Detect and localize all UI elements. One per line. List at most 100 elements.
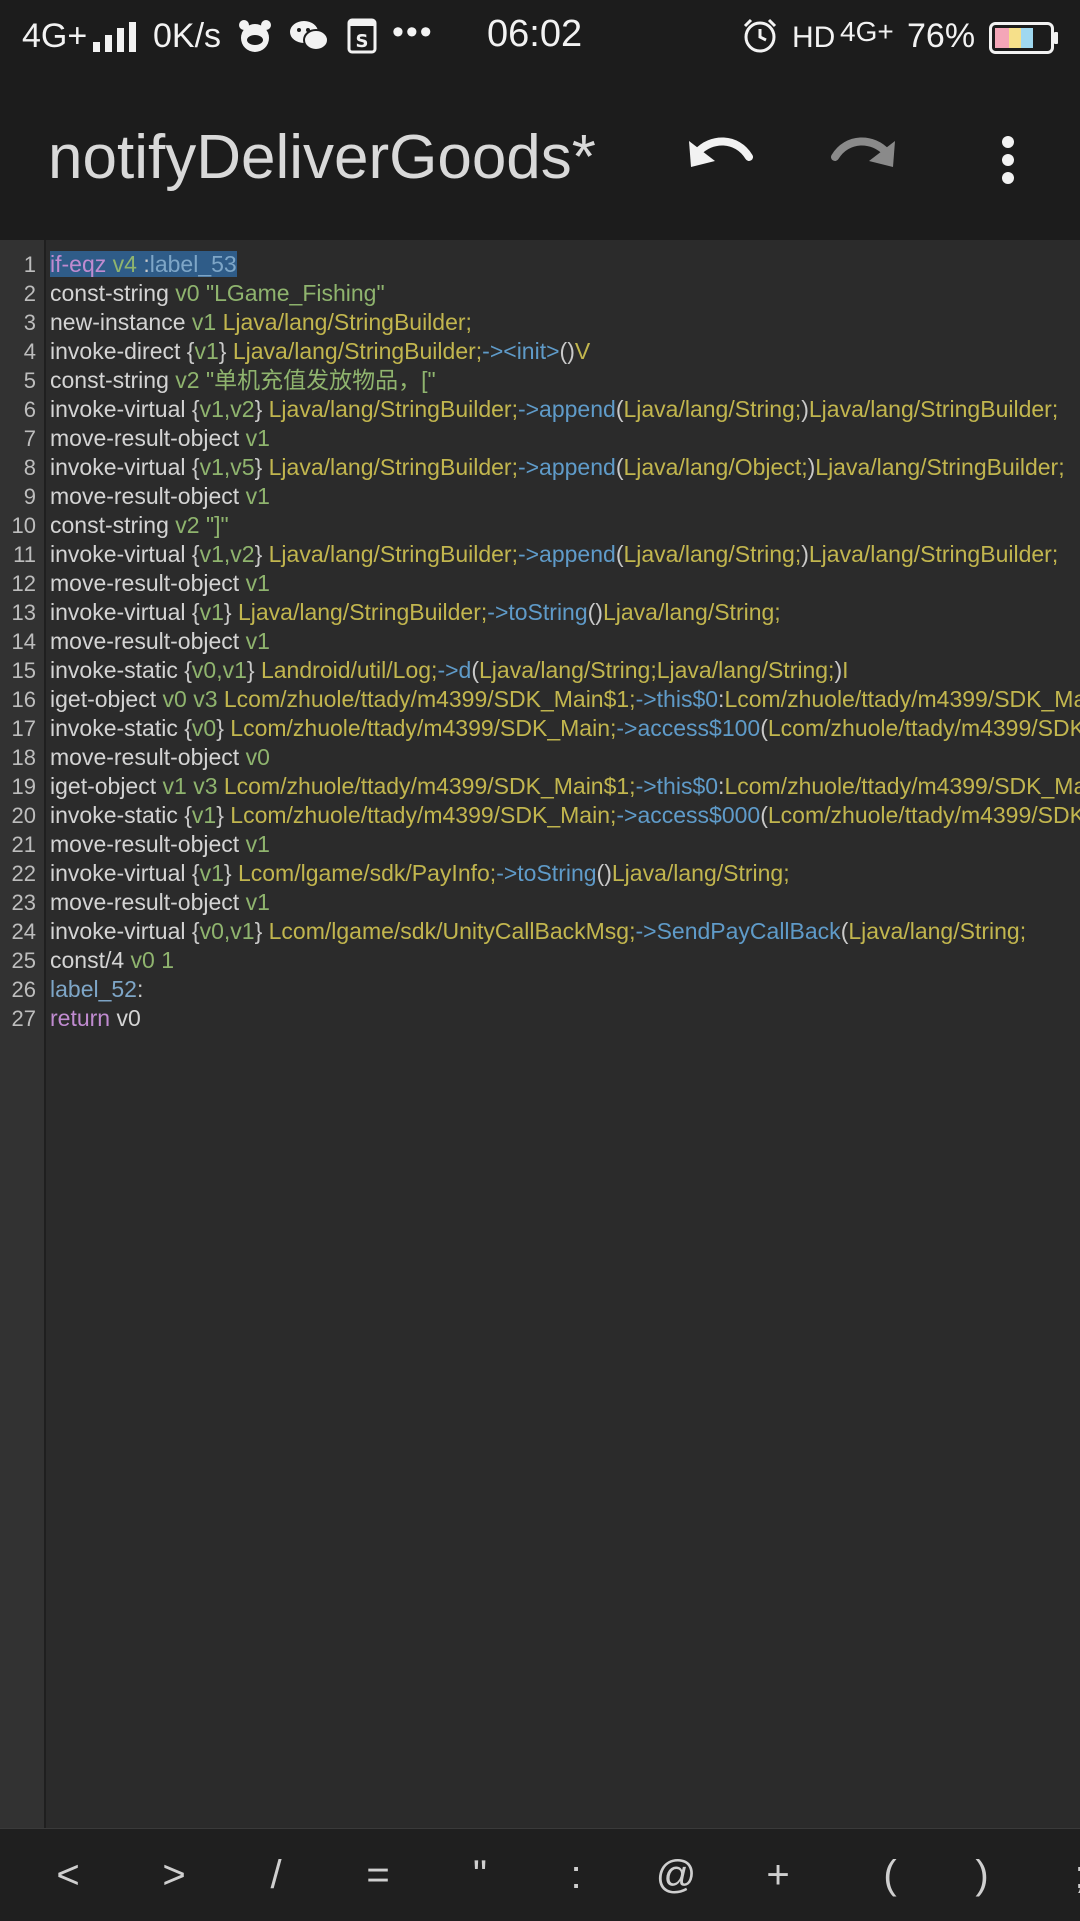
code-token: Ljava/lang/String;: [848, 918, 1027, 944]
code-token: }: [254, 396, 269, 422]
code-token: "LGame_Fishing": [205, 280, 385, 306]
code-token: Lcom/lgame/sdk/PayInfo;: [237, 860, 497, 886]
code-line[interactable]: invoke-static {v0,v1} Landroid/util/Log;…: [50, 656, 849, 685]
code-line[interactable]: move-result-object v1: [50, 569, 270, 598]
code-line[interactable]: move-result-object v0: [50, 743, 270, 772]
code-line[interactable]: const-string v0 "LGame_Fishing": [50, 279, 385, 308]
code-token: v1: [239, 831, 270, 857]
code-token: Ljava/lang/StringBuilder;: [237, 599, 488, 625]
symbol-key[interactable]: @: [646, 1843, 706, 1907]
code-token: Lcom/lgame/sdk/UnityCallBackMsg;: [268, 918, 636, 944]
line-number: 23: [11, 890, 36, 915]
code-token: v2: [168, 512, 206, 538]
code-token: invoke-virtual: [50, 599, 186, 625]
line-number: 14: [11, 629, 36, 654]
code-token: Ljava/lang/String;: [623, 541, 802, 567]
redo-button[interactable]: [824, 120, 904, 200]
code-token: ->access$100: [616, 715, 761, 741]
symbol-key[interactable]: ): [952, 1843, 1012, 1907]
code-line[interactable]: if-eqz v4 :label_53: [50, 250, 237, 279]
code-token: }: [246, 657, 261, 683]
code-token: Ljava/lang/StringBuilder;: [268, 454, 518, 480]
code-line[interactable]: iget-object v0 v3 Lcom/zhuole/ttady/m439…: [50, 685, 1080, 714]
code-area[interactable]: if-eqz v4 :label_53 const-string v0 "LGam…: [46, 240, 1080, 1828]
symbol-key[interactable]: /: [246, 1843, 306, 1907]
more-notifications: •••: [392, 13, 434, 51]
code-token: {: [177, 802, 192, 828]
code-line[interactable]: invoke-virtual {v1,v5} Ljava/lang/String…: [50, 453, 1065, 482]
code-line[interactable]: invoke-virtual {v1} Ljava/lang/StringBui…: [50, 598, 781, 627]
code-line[interactable]: return v0: [50, 1004, 141, 1033]
code-token: Ljava/lang/StringBuilder;: [808, 541, 1059, 567]
code-token: invoke-virtual: [50, 860, 186, 886]
code-line[interactable]: move-result-object v1: [50, 482, 270, 511]
network-type: 4G+: [22, 17, 88, 55]
code-token: move-result-object: [50, 483, 240, 509]
code-token: if-eqz: [50, 251, 107, 277]
code-token: v1: [239, 628, 270, 654]
code-line[interactable]: invoke-virtual {v1,v2} Ljava/lang/String…: [50, 540, 1058, 569]
line-number: 4: [23, 339, 36, 364]
code-token: ->this$0: [635, 686, 719, 712]
symbol-key[interactable]: +: [748, 1843, 808, 1907]
code-line[interactable]: move-result-object v1: [50, 424, 270, 453]
code-token: invoke-virtual: [50, 918, 186, 944]
line-number: 13: [11, 600, 36, 625]
symbol-key[interactable]: <: [38, 1843, 98, 1907]
code-token: I: [842, 657, 849, 683]
code-line[interactable]: invoke-virtual {v1} Lcom/lgame/sdk/PayIn…: [50, 859, 790, 888]
code-line[interactable]: move-result-object v1: [50, 888, 270, 917]
code-token: {: [185, 396, 200, 422]
code-token: v1,v2: [199, 396, 255, 422]
code-token: v0: [124, 947, 162, 973]
code-line[interactable]: iget-object v1 v3 Lcom/zhuole/ttady/m439…: [50, 772, 1080, 801]
code-token: v0: [110, 1005, 141, 1031]
alarm-icon: [743, 18, 777, 53]
symbol-key[interactable]: (: [860, 1843, 920, 1907]
code-editor[interactable]: 1 2 3 4 5 6 7 8 9 10 11 12 13 14 15 16 17 18 19 20 21 22 23 24 2…: [0, 240, 1080, 1828]
code-token: move-result-object: [50, 831, 240, 857]
code-token: v1: [239, 425, 270, 451]
code-token: Ljava/lang/StringBuilder;: [268, 541, 518, 567]
line-number: 20: [11, 803, 36, 828]
code-token: label_53: [149, 251, 237, 277]
undo-button[interactable]: [680, 120, 760, 200]
code-line[interactable]: invoke-direct {v1} Ljava/lang/StringBuil…: [50, 337, 590, 366]
code-token: v1,v2: [199, 541, 255, 567]
symbol-key[interactable]: =: [348, 1843, 408, 1907]
code-token: invoke-virtual: [50, 396, 186, 422]
code-line[interactable]: move-result-object v1: [50, 830, 270, 859]
network-type-2: 4G+: [840, 16, 894, 47]
code-token: v1: [239, 483, 270, 509]
code-token: ->append: [517, 454, 616, 480]
code-line[interactable]: label_52:: [50, 975, 143, 1004]
symbol-key[interactable]: ;: [1050, 1843, 1080, 1907]
code-token: (: [760, 802, 768, 828]
code-line[interactable]: new-instance v1 Ljava/lang/StringBuilder…: [50, 308, 472, 337]
code-line[interactable]: const-string v2 "单机充值发放物品，[": [50, 366, 436, 395]
symbol-key[interactable]: ": [450, 1843, 510, 1907]
symbol-key[interactable]: >: [144, 1843, 204, 1907]
code-line[interactable]: const/4 v0 1: [50, 946, 174, 975]
more-options-button[interactable]: [968, 120, 1048, 200]
code-token: }: [223, 599, 238, 625]
code-line[interactable]: move-result-object v1: [50, 627, 270, 656]
code-token: {: [177, 657, 192, 683]
line-number: 6: [23, 397, 36, 422]
redo-icon: [831, 137, 895, 167]
code-token: Ljava/lang/String;: [611, 860, 790, 886]
line-number-gutter: 1 2 3 4 5 6 7 8 9 10 11 12 13 14 15 16 17 18 19 20 21 22 23 24 2…: [0, 240, 46, 1828]
symbol-key[interactable]: :: [546, 1843, 606, 1907]
code-token: Lcom/zhuole/ttady/m4399/SDK_Main;: [767, 802, 1080, 828]
code-line[interactable]: const-string v2 "]": [50, 511, 229, 540]
code-line[interactable]: invoke-static {v1} Lcom/zhuole/ttady/m43…: [50, 801, 1080, 830]
code-token: V: [574, 338, 591, 364]
line-number: 8: [23, 455, 36, 480]
status-bar: 4G+ 0K/s S ••• 06:02 HD 4G+ 76%: [0, 0, 1080, 76]
code-line[interactable]: invoke-virtual {v1,v2} Ljava/lang/String…: [50, 395, 1058, 424]
code-line[interactable]: invoke-static {v0} Lcom/zhuole/ttady/m43…: [50, 714, 1080, 743]
code-token: move-result-object: [50, 425, 240, 451]
code-token: Ljava/lang/Object;: [623, 454, 808, 480]
code-token: invoke-static: [50, 802, 178, 828]
code-line[interactable]: invoke-virtual {v0,v1} Lcom/lgame/sdk/Un…: [50, 917, 1026, 946]
